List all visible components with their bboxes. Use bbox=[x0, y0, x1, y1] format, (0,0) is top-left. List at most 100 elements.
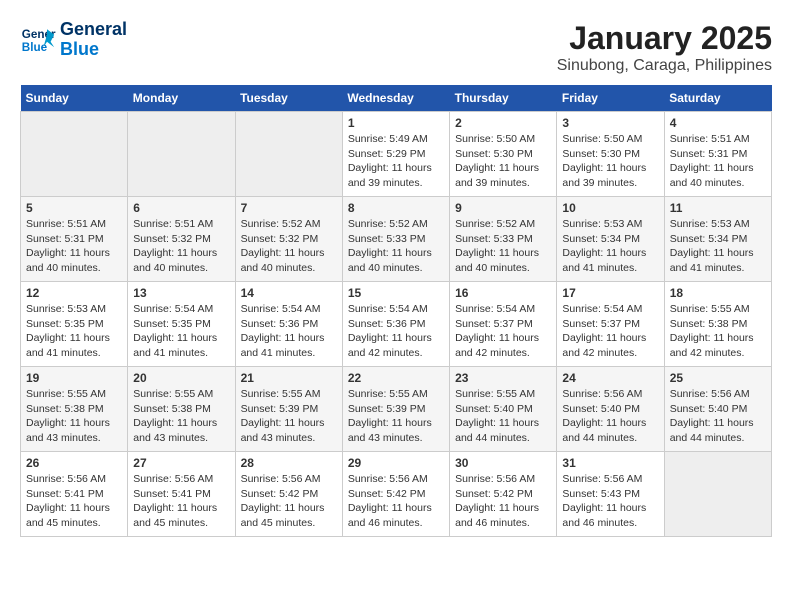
day-number: 15 bbox=[348, 286, 444, 300]
day-number: 30 bbox=[455, 456, 551, 470]
day-info: Sunrise: 5:55 AM Sunset: 5:39 PM Dayligh… bbox=[241, 387, 337, 446]
day-info: Sunrise: 5:51 AM Sunset: 5:31 PM Dayligh… bbox=[26, 217, 122, 276]
calendar-cell: 11Sunrise: 5:53 AM Sunset: 5:34 PM Dayli… bbox=[664, 197, 771, 282]
logo-line2: Blue bbox=[60, 40, 127, 60]
day-info: Sunrise: 5:54 AM Sunset: 5:37 PM Dayligh… bbox=[562, 302, 658, 361]
day-number: 4 bbox=[670, 116, 766, 130]
day-number: 28 bbox=[241, 456, 337, 470]
calendar-cell: 15 Sunrise: 5:54 AM Sunset: 5:36 PM Dayli… bbox=[342, 282, 449, 367]
day-info: Sunrise: 5:52 AM Sunset: 5:33 PM Dayligh… bbox=[348, 217, 444, 276]
day-info: Sunrise: 5:51 AM Sunset: 5:31 PM Dayligh… bbox=[670, 132, 766, 191]
svg-text:Blue: Blue bbox=[22, 41, 48, 54]
day-number: 10 bbox=[562, 201, 658, 215]
day-number: 6 bbox=[133, 201, 229, 215]
day-info: Sunrise: 5:56 AM Sunset: 5:43 PM Dayligh… bbox=[562, 472, 658, 531]
calendar-cell: 12Sunrise: 5:53 AM Sunset: 5:35 PM Dayli… bbox=[21, 282, 128, 367]
title-area: January 2025 Sinubong, Caraga, Philippin… bbox=[557, 20, 772, 75]
calendar-cell bbox=[128, 112, 235, 197]
day-info: Sunrise: 5:55 AM Sunset: 5:39 PM Dayligh… bbox=[348, 387, 444, 446]
calendar-cell bbox=[21, 112, 128, 197]
day-header-sunday: Sunday bbox=[21, 85, 128, 112]
day-header-wednesday: Wednesday bbox=[342, 85, 449, 112]
day-number: 29 bbox=[348, 456, 444, 470]
day-number: 1 bbox=[348, 116, 444, 130]
day-number: 14 bbox=[241, 286, 337, 300]
calendar-cell: 13 Sunrise: 5:54 AM Sunset: 5:35 PM Dayli… bbox=[128, 282, 235, 367]
day-number: 22 bbox=[348, 371, 444, 385]
day-info: Sunrise: 5:56 AM Sunset: 5:41 PM Dayligh… bbox=[133, 472, 229, 531]
calendar-cell: 2Sunrise: 5:50 AM Sunset: 5:30 PM Daylig… bbox=[450, 112, 557, 197]
logo-icon: General Blue bbox=[20, 22, 56, 58]
day-info: Sunrise: 5:55 AM Sunset: 5:38 PM Dayligh… bbox=[670, 302, 766, 361]
header: General Blue General Blue January 2025 S… bbox=[20, 20, 772, 75]
day-number: 25 bbox=[670, 371, 766, 385]
day-info: Sunrise: 5:52 AM Sunset: 5:32 PM Dayligh… bbox=[241, 217, 337, 276]
day-info: Sunrise: 5:49 AM Sunset: 5:29 PM Dayligh… bbox=[348, 132, 444, 191]
day-number: 12 bbox=[26, 286, 122, 300]
day-info: Sunrise: 5:53 AM Sunset: 5:34 PM Dayligh… bbox=[670, 217, 766, 276]
calendar-cell: 28Sunrise: 5:56 AM Sunset: 5:42 PM Dayli… bbox=[235, 452, 342, 537]
day-info: Sunrise: 5:56 AM Sunset: 5:40 PM Dayligh… bbox=[670, 387, 766, 446]
day-header-saturday: Saturday bbox=[664, 85, 771, 112]
calendar-cell: 3Sunrise: 5:50 AM Sunset: 5:30 PM Daylig… bbox=[557, 112, 664, 197]
calendar-cell: 27 Sunrise: 5:56 AM Sunset: 5:41 PM Dayli… bbox=[128, 452, 235, 537]
day-header-tuesday: Tuesday bbox=[235, 85, 342, 112]
week-row-1: 1 Sunrise: 5:49 AM Sunset: 5:29 PM Daylig… bbox=[21, 112, 772, 197]
day-info: Sunrise: 5:55 AM Sunset: 5:38 PM Dayligh… bbox=[133, 387, 229, 446]
logo-line1: General bbox=[60, 20, 127, 40]
day-info: Sunrise: 5:55 AM Sunset: 5:38 PM Dayligh… bbox=[26, 387, 122, 446]
calendar-cell: 23 Sunrise: 5:55 AM Sunset: 5:40 PM Dayli… bbox=[450, 367, 557, 452]
week-row-4: 19 Sunrise: 5:55 AM Sunset: 5:38 PM Dayli… bbox=[21, 367, 772, 452]
calendar-cell: 7 Sunrise: 5:52 AM Sunset: 5:32 PM Daylig… bbox=[235, 197, 342, 282]
calendar-cell: 9 Sunrise: 5:52 AM Sunset: 5:33 PM Daylig… bbox=[450, 197, 557, 282]
calendar-cell: 4 Sunrise: 5:51 AM Sunset: 5:31 PM Daylig… bbox=[664, 112, 771, 197]
day-info: Sunrise: 5:53 AM Sunset: 5:34 PM Dayligh… bbox=[562, 217, 658, 276]
calendar-cell: 6 Sunrise: 5:51 AM Sunset: 5:32 PM Daylig… bbox=[128, 197, 235, 282]
day-header-thursday: Thursday bbox=[450, 85, 557, 112]
day-headers: SundayMondayTuesdayWednesdayThursdayFrid… bbox=[21, 85, 772, 112]
day-number: 23 bbox=[455, 371, 551, 385]
logo: General Blue General Blue bbox=[20, 20, 127, 60]
calendar-cell: 24 Sunrise: 5:56 AM Sunset: 5:40 PM Dayli… bbox=[557, 367, 664, 452]
day-number: 31 bbox=[562, 456, 658, 470]
calendar-cell: 21 Sunrise: 5:55 AM Sunset: 5:39 PM Dayli… bbox=[235, 367, 342, 452]
week-row-3: 12Sunrise: 5:53 AM Sunset: 5:35 PM Dayli… bbox=[21, 282, 772, 367]
day-number: 9 bbox=[455, 201, 551, 215]
day-info: Sunrise: 5:56 AM Sunset: 5:41 PM Dayligh… bbox=[26, 472, 122, 531]
day-info: Sunrise: 5:51 AM Sunset: 5:32 PM Dayligh… bbox=[133, 217, 229, 276]
day-number: 16 bbox=[455, 286, 551, 300]
calendar-cell: 17Sunrise: 5:54 AM Sunset: 5:37 PM Dayli… bbox=[557, 282, 664, 367]
calendar-cell: 29 Sunrise: 5:56 AM Sunset: 5:42 PM Dayli… bbox=[342, 452, 449, 537]
day-number: 27 bbox=[133, 456, 229, 470]
day-number: 24 bbox=[562, 371, 658, 385]
calendar-cell: 26 Sunrise: 5:56 AM Sunset: 5:41 PM Dayli… bbox=[21, 452, 128, 537]
day-info: Sunrise: 5:55 AM Sunset: 5:40 PM Dayligh… bbox=[455, 387, 551, 446]
calendar-cell: 8 Sunrise: 5:52 AM Sunset: 5:33 PM Daylig… bbox=[342, 197, 449, 282]
day-number: 21 bbox=[241, 371, 337, 385]
day-number: 8 bbox=[348, 201, 444, 215]
day-info: Sunrise: 5:56 AM Sunset: 5:42 PM Dayligh… bbox=[348, 472, 444, 531]
calendar-cell: 19 Sunrise: 5:55 AM Sunset: 5:38 PM Dayli… bbox=[21, 367, 128, 452]
calendar-cell bbox=[664, 452, 771, 537]
day-number: 2 bbox=[455, 116, 551, 130]
day-info: Sunrise: 5:54 AM Sunset: 5:37 PM Dayligh… bbox=[455, 302, 551, 361]
week-row-5: 26 Sunrise: 5:56 AM Sunset: 5:41 PM Dayli… bbox=[21, 452, 772, 537]
week-row-2: 5Sunrise: 5:51 AM Sunset: 5:31 PM Daylig… bbox=[21, 197, 772, 282]
calendar-cell: 14Sunrise: 5:54 AM Sunset: 5:36 PM Dayli… bbox=[235, 282, 342, 367]
calendar-cell: 22 Sunrise: 5:55 AM Sunset: 5:39 PM Dayli… bbox=[342, 367, 449, 452]
day-number: 13 bbox=[133, 286, 229, 300]
day-number: 7 bbox=[241, 201, 337, 215]
day-info: Sunrise: 5:50 AM Sunset: 5:30 PM Dayligh… bbox=[562, 132, 658, 191]
day-number: 20 bbox=[133, 371, 229, 385]
day-number: 26 bbox=[26, 456, 122, 470]
calendar-cell: 1 Sunrise: 5:49 AM Sunset: 5:29 PM Daylig… bbox=[342, 112, 449, 197]
day-number: 19 bbox=[26, 371, 122, 385]
calendar-cell: 30Sunrise: 5:56 AM Sunset: 5:42 PM Dayli… bbox=[450, 452, 557, 537]
subtitle: Sinubong, Caraga, Philippines bbox=[557, 57, 772, 75]
day-info: Sunrise: 5:54 AM Sunset: 5:36 PM Dayligh… bbox=[348, 302, 444, 361]
day-info: Sunrise: 5:56 AM Sunset: 5:40 PM Dayligh… bbox=[562, 387, 658, 446]
calendar-table: SundayMondayTuesdayWednesdayThursdayFrid… bbox=[20, 85, 772, 537]
day-info: Sunrise: 5:54 AM Sunset: 5:35 PM Dayligh… bbox=[133, 302, 229, 361]
day-info: Sunrise: 5:52 AM Sunset: 5:33 PM Dayligh… bbox=[455, 217, 551, 276]
calendar-cell: 20 Sunrise: 5:55 AM Sunset: 5:38 PM Dayli… bbox=[128, 367, 235, 452]
